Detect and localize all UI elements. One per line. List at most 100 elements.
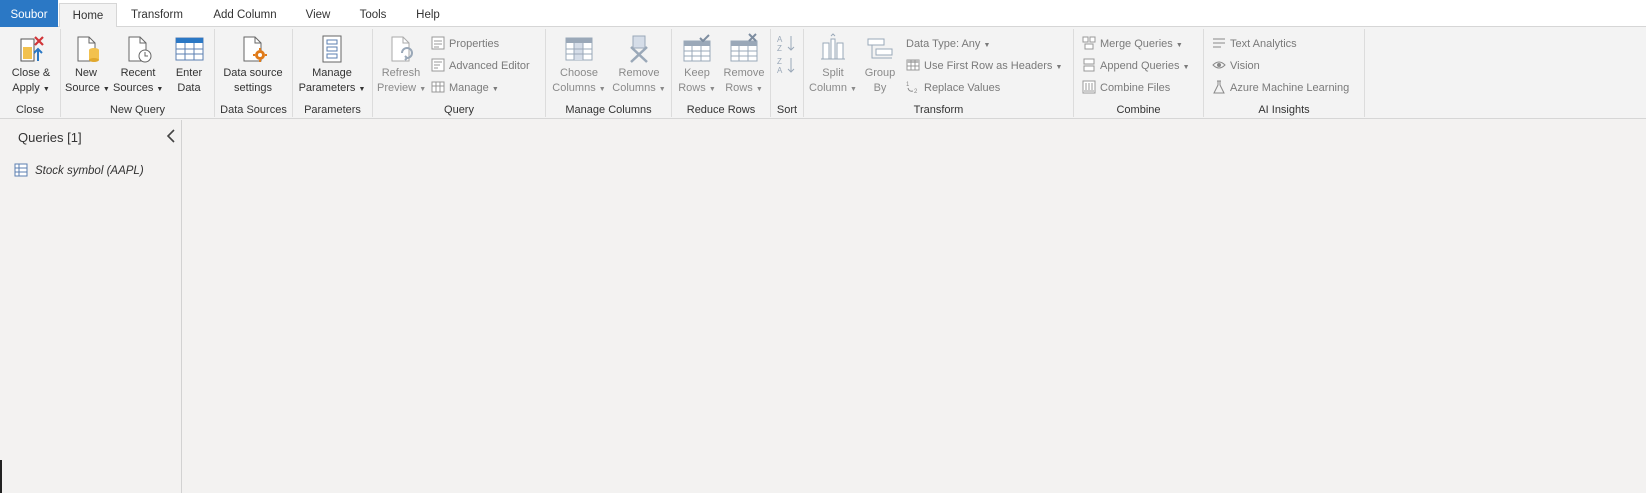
refresh-preview-line1: Refresh: [381, 67, 421, 79]
text-analytics-icon: [1213, 38, 1225, 48]
append-queries-icon: [1083, 58, 1095, 72]
flask-icon: [1213, 80, 1225, 94]
recent-sources-line1: Recent: [120, 67, 156, 79]
tab-home[interactable]: Home: [59, 3, 117, 28]
keep-rows-button[interactable]: Keep Rows ▼: [675, 33, 719, 96]
vision-button[interactable]: Vision: [1212, 57, 1260, 75]
keep-rows-icon: [683, 34, 711, 62]
tab-file[interactable]: Soubor: [0, 0, 58, 27]
choose-columns-line2: Columns: [552, 81, 596, 94]
text-analytics-label: Text Analytics: [1230, 38, 1297, 50]
remove-columns-button[interactable]: Remove Columns ▼: [610, 33, 668, 96]
dropdown-arrow-icon: ▼: [598, 85, 606, 93]
recent-sources-line2: Sources: [113, 81, 154, 94]
remove-rows-button[interactable]: Remove Rows ▼: [721, 33, 767, 96]
collapse-chevron-icon[interactable]: [164, 128, 178, 144]
group-combine: Merge Queries ▼ Append Queries ▼ Combine…: [1074, 29, 1204, 117]
query-item[interactable]: Stock symbol (AAPL): [14, 162, 144, 180]
combine-files-icon: [1082, 80, 1096, 94]
manage-parameters-line2: Parameters: [298, 81, 356, 94]
close-apply-button[interactable]: Close & Apply ▼: [6, 33, 56, 96]
remove-columns-icon: [630, 35, 648, 63]
split-column-icon: [821, 33, 845, 60]
advanced-editor-button[interactable]: Advanced Editor: [431, 57, 530, 75]
group-ai-insights: Text Analytics Vision Azure Machine Lear…: [1204, 29, 1365, 117]
query-item-label: Stock symbol (AAPL): [35, 165, 144, 177]
azure-ml-button[interactable]: Azure Machine Learning: [1212, 79, 1349, 97]
svg-text:A: A: [777, 35, 783, 44]
sort-descending-icon[interactable]: Z A: [776, 55, 798, 75]
svg-text:Z: Z: [777, 44, 782, 53]
dropdown-arrow-icon: ▼: [708, 85, 716, 93]
advanced-editor-label: Advanced Editor: [449, 60, 530, 72]
keep-rows-line1: Keep: [684, 67, 710, 79]
group-label-reduce-rows: Reduce Rows: [686, 104, 756, 116]
azure-ml-label: Azure Machine Learning: [1230, 82, 1350, 94]
group-transform: Split Column ▼ Group By Data Type: Any ▼…: [804, 29, 1074, 117]
choose-columns-line1: Choose: [560, 67, 598, 79]
enter-data-line1: Enter: [175, 67, 203, 79]
new-source-button[interactable]: New Source ▼: [65, 33, 110, 96]
split-column-button[interactable]: Split Column ▼: [808, 33, 858, 96]
tab-add-column[interactable]: Add Column: [205, 3, 285, 27]
parameters-icon: [322, 35, 342, 63]
merge-queries-icon: [1082, 36, 1096, 50]
tab-transform[interactable]: Transform: [122, 3, 192, 27]
remove-rows-line1: Remove: [723, 67, 765, 79]
enter-data-button[interactable]: Enter Data: [169, 33, 209, 94]
dropdown-arrow-icon: ▼: [358, 85, 366, 93]
group-data-sources: Data source settings Data Sources: [215, 29, 293, 117]
dropdown-arrow-icon: ▼: [658, 85, 666, 93]
refresh-preview-button[interactable]: Refresh Preview ▼: [377, 33, 427, 96]
remove-rows-line2: Rows: [725, 81, 753, 94]
group-label-ai-insights: AI Insights: [1258, 104, 1310, 116]
group-by-line2: By: [873, 81, 887, 94]
manage-table-icon: [431, 81, 445, 93]
group-label-close: Close: [15, 104, 45, 116]
group-by-button[interactable]: Group By: [862, 33, 898, 94]
advanced-editor-icon: [431, 58, 445, 72]
group-label-transform: Transform: [913, 104, 964, 116]
tab-tools[interactable]: Tools: [352, 3, 394, 27]
merge-queries-button[interactable]: Merge Queries ▼: [1082, 35, 1183, 53]
group-parameters: Manage Parameters ▼ Parameters: [293, 29, 373, 117]
data-preview-area[interactable]: [183, 120, 1646, 493]
group-label-manage-columns: Manage Columns: [565, 104, 652, 116]
choose-columns-button[interactable]: Choose Columns ▼: [550, 33, 608, 96]
close-apply-icon: [20, 36, 44, 62]
data-type-label: Data Type: Any: [906, 38, 981, 50]
combine-files-button[interactable]: Combine Files: [1082, 79, 1170, 97]
use-first-row-label: Use First Row as Headers: [924, 60, 1053, 72]
recent-sources-button[interactable]: Recent Sources ▼: [113, 33, 163, 96]
group-by-line1: Group: [864, 67, 896, 79]
dropdown-arrow-icon: ▼: [42, 85, 50, 93]
data-type-dropdown[interactable]: Data Type: Any ▼: [906, 35, 990, 53]
remove-columns-line2: Columns: [612, 81, 656, 94]
window-edge: [0, 460, 2, 493]
sort-ascending-icon[interactable]: A Z: [776, 33, 798, 53]
svg-text:Z: Z: [777, 57, 782, 66]
replace-values-button[interactable]: 1 2 Replace Values: [906, 79, 1000, 97]
group-query: Refresh Preview ▼ Properties Advanced Ed…: [373, 29, 546, 117]
split-column-line1: Split: [822, 67, 844, 79]
data-source-settings-button[interactable]: Data source settings: [220, 33, 286, 94]
group-label-new-query: New Query: [109, 104, 166, 116]
manage-parameters-button[interactable]: Manage Parameters ▼: [297, 33, 367, 96]
group-label-sort: Sort: [776, 104, 798, 116]
append-queries-button[interactable]: Append Queries ▼: [1082, 57, 1190, 75]
headers-table-icon: [906, 59, 920, 71]
new-source-line1: New: [74, 67, 97, 79]
use-first-row-headers-button[interactable]: Use First Row as Headers ▼: [906, 57, 1062, 75]
tab-view[interactable]: View: [298, 3, 338, 27]
dropdown-arrow-icon: ▼: [419, 85, 427, 93]
refresh-preview-line2: Preview: [377, 81, 417, 94]
properties-button[interactable]: Properties: [431, 35, 499, 53]
properties-icon: [431, 36, 445, 50]
manage-query-button[interactable]: Manage ▼: [431, 79, 499, 97]
new-source-line2: Source: [65, 81, 100, 94]
queries-header: Queries [1]: [18, 130, 82, 145]
close-apply-line1: Close &: [11, 67, 51, 79]
dropdown-arrow-icon: ▼: [156, 85, 164, 93]
tab-help[interactable]: Help: [408, 3, 448, 27]
text-analytics-button[interactable]: Text Analytics: [1212, 35, 1297, 53]
